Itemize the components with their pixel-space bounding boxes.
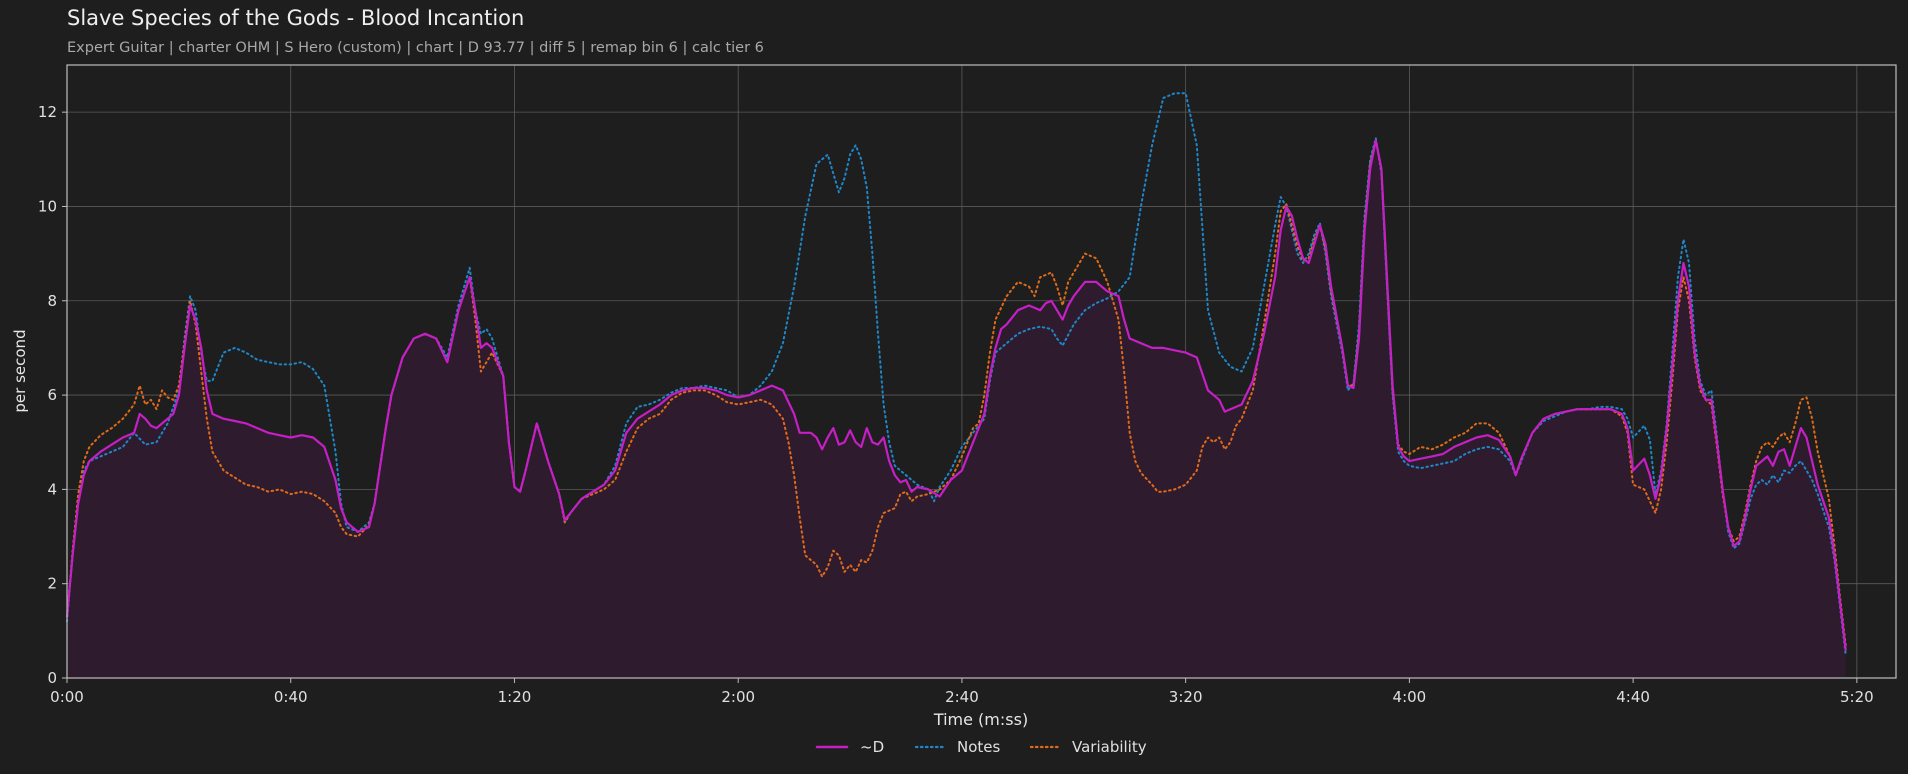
x-tick-label: 2:00: [721, 688, 755, 706]
x-tick-label: 4:40: [1616, 688, 1650, 706]
y-tick-label: 8: [47, 292, 57, 310]
x-axis-ticks: 0:00 0:40 1:20 2:00 2:40 3:20 4:00 4:40 5:20: [50, 678, 1874, 706]
y-tick-label: 2: [47, 575, 57, 593]
x-tick-label: 5:20: [1840, 688, 1874, 706]
y-tick-label: 12: [38, 103, 57, 121]
y-axis-ticks: 0 2 4 6 8 10 12: [38, 103, 67, 687]
x-tick-label: 0:40: [274, 688, 308, 706]
legend-label: Notes: [957, 738, 1001, 756]
y-tick-label: 0: [47, 669, 57, 687]
legend: ~D Notes Variability: [815, 738, 1147, 756]
x-axis-label: Time (m:ss): [933, 710, 1028, 729]
line-chart: 0:00 0:40 1:20 2:00 2:40 3:20 4:00 4:40 5:20 0 2 4…: [11, 64, 1897, 756]
legend-label: ~D: [860, 738, 884, 756]
x-tick-label: 3:20: [1169, 688, 1203, 706]
x-tick-label: 1:20: [498, 688, 532, 706]
x-tick-label: 0:00: [50, 688, 84, 706]
y-tick-label: 4: [47, 480, 57, 498]
y-axis-label: per second: [11, 329, 29, 412]
y-tick-label: 6: [47, 386, 57, 404]
y-tick-label: 10: [38, 197, 57, 215]
x-tick-label: 4:00: [1393, 688, 1427, 706]
x-tick-label: 2:40: [945, 688, 979, 706]
legend-label: Variability: [1072, 738, 1147, 756]
